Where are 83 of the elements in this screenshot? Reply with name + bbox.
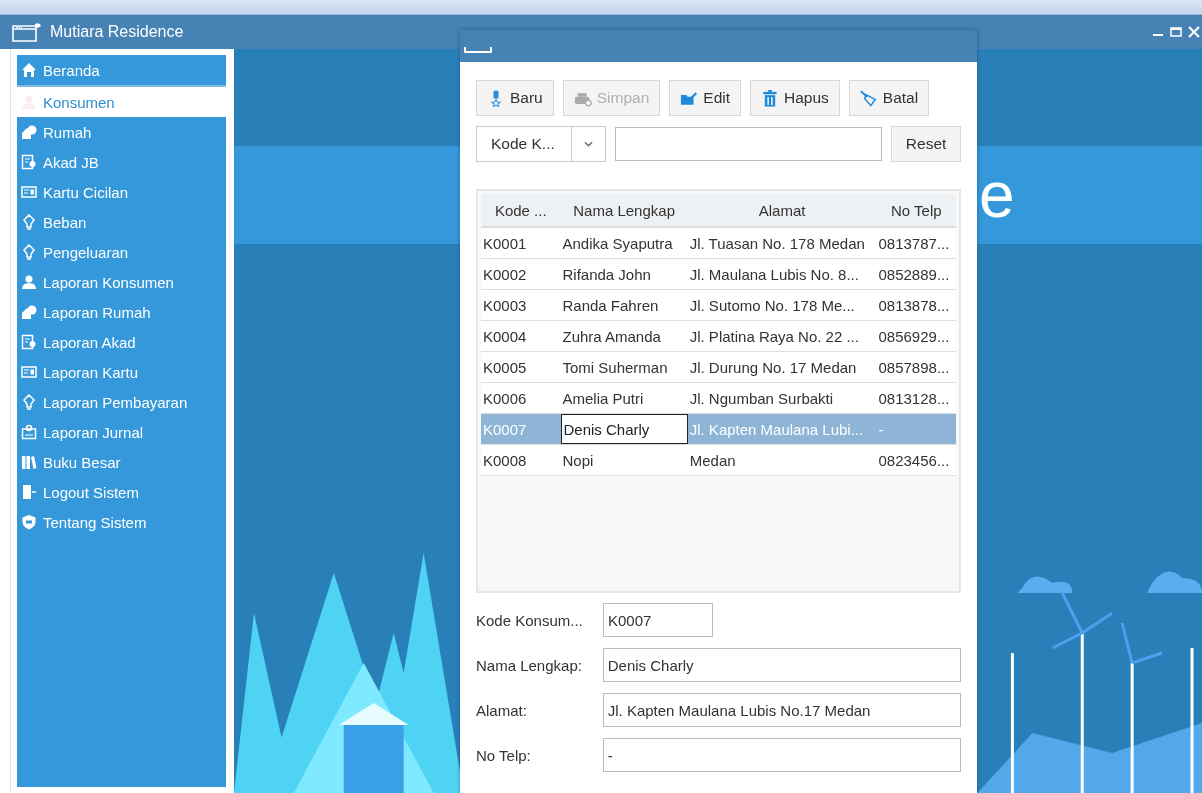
table-cell-text: Jl. Tuasan No. 178 Medan [688, 233, 866, 254]
table-cell-text: 0857898... [877, 357, 951, 378]
close-icon[interactable] [1188, 26, 1200, 38]
table-row[interactable]: K0007 Denis Charly Jl. Kapten Maulana Lubi... - [481, 414, 956, 445]
shield-icon [21, 514, 37, 530]
table-row[interactable]: K0006 Amelia Putri Jl. Ngumban Surbakti 0813128... [481, 383, 956, 414]
toolbar-button[interactable]: Batal [848, 80, 930, 116]
folder-edit-icon [680, 89, 699, 107]
field-label: Nama Lengkap: [476, 656, 583, 674]
table-cell-text: 0813128... [877, 388, 951, 409]
table-cell-text: Tomi Suherman [561, 357, 669, 378]
table-cell-text: K0004 [482, 326, 528, 347]
table-row[interactable]: K0004 Zuhra Amanda Jl. Platina Raya No. 22 ... 0856929... [481, 321, 956, 352]
table-cell-text: Medan [688, 450, 737, 471]
table-cell-text: 0852889... [877, 264, 951, 285]
table-cell-text: K0007 [482, 419, 528, 440]
input-field[interactable]: Jl. Kapten Maulana Lubis No.17 Medan [602, 693, 961, 727]
table-cell-text: Andika Syaputra [561, 233, 674, 254]
table-row[interactable]: K0002 Rifanda John Jl. Maulana Lubis No. 8... 0852889... [481, 259, 956, 290]
table-cell-text: 0813878... [877, 295, 951, 316]
filter-dropdown[interactable]: Kode K... [476, 126, 606, 162]
toolbar-button[interactable]: Edit [669, 80, 742, 116]
table-cell-text: Jl. Durung No. 17 Medan [688, 357, 858, 378]
document-icon [21, 334, 37, 350]
table-cell-text: K0005 [482, 357, 528, 378]
bulb-icon [21, 214, 37, 230]
id-card-icon [21, 364, 37, 380]
books-icon [21, 454, 37, 470]
table-cell-text: Jl. Ngumban Surbakti [688, 388, 835, 409]
table-cell-text: Jl. Maulana Lubis No. 8... [688, 264, 860, 285]
input-field[interactable]: - [602, 738, 961, 772]
door-icon [21, 484, 37, 500]
sidebar-item[interactable]: Konsumen [17, 87, 226, 117]
table-cell-text: - [877, 419, 885, 440]
window-icon [464, 47, 492, 53]
table-cell-text: 0856929... [877, 326, 951, 347]
field-label: Alamat: [476, 701, 528, 719]
table-cell-text: Randa Fahren [561, 295, 660, 316]
table-row[interactable]: K0003 Randa Fahren Jl. Sutomo No. 178 Me... 0813878... [481, 290, 956, 321]
id-card-icon [21, 184, 37, 200]
bulb-icon [21, 394, 37, 410]
field-label: Kode Konsum... [476, 611, 584, 629]
field-label: No Telp: [476, 746, 532, 764]
column-header[interactable]: Kode ... [481, 201, 561, 219]
table-cell-text: K0001 [482, 233, 528, 254]
table-row[interactable]: K0008 Nopi Medan 0823456... [481, 445, 956, 476]
table-cell-text: 0823456... [877, 450, 951, 471]
column-header[interactable]: No Telp [876, 201, 956, 219]
person-icon [21, 274, 37, 290]
table-cell-text: K0002 [482, 264, 528, 285]
caret-icon [583, 141, 593, 147]
home-icon [21, 62, 37, 78]
reset-button[interactable]: Reset [891, 126, 961, 162]
table-cell-text: Nopi [561, 450, 595, 471]
table-cell-text: Jl. Kapten Maulana Lubi... [688, 419, 865, 440]
table-row[interactable]: K0001 Andika Syaputra Jl. Tuasan No. 178 Medan 0813787... [481, 228, 956, 259]
banner-title-fragment: e [979, 158, 1015, 233]
column-header[interactable]: Alamat [687, 201, 877, 219]
table-cell-text: Jl. Sutomo No. 178 Me... [688, 295, 856, 316]
clipboard-icon [21, 424, 37, 440]
table-cell-text: K0008 [482, 450, 528, 471]
input-field[interactable]: Denis Charly [602, 648, 961, 682]
window-title: Mutiara Residence [50, 23, 184, 41]
table-cell-text: Zuhra Amanda [561, 326, 662, 347]
table-cell-text: Amelia Putri [561, 388, 645, 409]
bulb-icon [21, 244, 37, 260]
table-cell-text: K0006 [482, 388, 528, 409]
maximize-icon[interactable] [1170, 26, 1182, 38]
trash-icon [761, 89, 780, 107]
input-field[interactable]: K0007 [603, 603, 713, 637]
column-header[interactable]: Nama Lengkap [560, 201, 688, 219]
table-cell-text: 0813787... [877, 233, 951, 254]
document-icon [21, 154, 37, 170]
table-cell: Denis Charly [560, 414, 688, 444]
table-cell-text: Rifanda John [561, 264, 652, 285]
broom-icon [859, 89, 878, 107]
toolbar-button[interactable]: Hapus [750, 80, 840, 116]
table-cell-text: Jl. Platina Raya No. 22 ... [688, 326, 860, 347]
toolbar-button[interactable]: Baru [476, 80, 554, 116]
window-icon [12, 22, 42, 42]
table-cell-text: K0003 [482, 295, 528, 316]
table-row[interactable]: K0005 Tomi Suherman Jl. Durung No. 17 Medan 0857898... [481, 352, 956, 383]
search-field[interactable] [614, 127, 883, 161]
